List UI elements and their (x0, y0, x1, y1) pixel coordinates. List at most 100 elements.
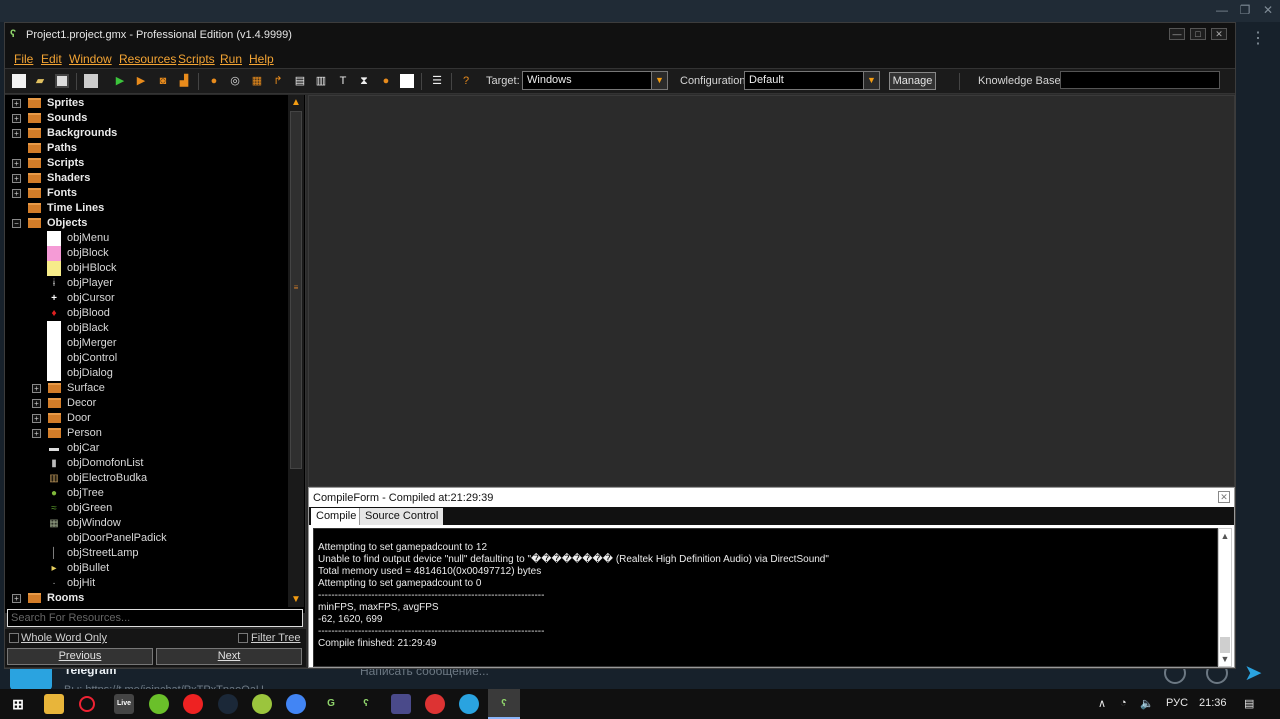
gamemaker-icon[interactable]: ʕ (356, 694, 376, 714)
manage-button[interactable]: Manage (889, 72, 936, 90)
scroll-down-icon[interactable]: ▼ (288, 594, 304, 605)
tree-folder-timelines[interactable]: Time Lines (5, 201, 287, 216)
steam-icon[interactable] (218, 694, 238, 714)
configuration-select[interactable]: Default ▼ (744, 71, 880, 90)
create-shader-icon[interactable]: ▥ (314, 74, 328, 88)
tree-folder-sounds[interactable]: + Sounds (5, 111, 287, 126)
expand-icon[interactable]: + (12, 129, 21, 138)
previous-button[interactable]: Previous (7, 648, 153, 665)
menu-scripts[interactable]: Scripts (178, 52, 215, 66)
tree-item-objhblock[interactable]: objHBlock (5, 261, 287, 276)
tree-item-objblack[interactable]: objBlack (5, 321, 287, 336)
telegram-maximize-button[interactable]: ❐ (1233, 3, 1257, 17)
whole-word-checkbox[interactable] (9, 633, 19, 643)
debug-game-icon[interactable]: ▶ (134, 74, 148, 88)
tree-item-objcursor[interactable]: + objCursor (5, 291, 287, 306)
create-timeline-icon[interactable]: ⧗ (357, 74, 371, 88)
create-font-icon[interactable]: T (336, 74, 350, 88)
app-icon[interactable] (252, 694, 272, 714)
expand-icon[interactable]: + (32, 384, 41, 393)
scroll-down-icon[interactable]: ▼ (1219, 654, 1231, 664)
create-sound-icon[interactable]: ◎ (228, 74, 242, 88)
tree-item-objstreetlamp[interactable]: │ objStreetLamp (5, 546, 287, 561)
tree-folder-person[interactable]: + Person (5, 426, 287, 441)
new-project-icon[interactable] (12, 74, 26, 88)
create-background-icon[interactable]: ▦ (250, 74, 264, 88)
volume-icon[interactable]: 🔈 (1140, 697, 1154, 710)
knowledge-base-input[interactable] (1060, 71, 1220, 89)
create-room-icon[interactable] (400, 74, 414, 88)
tree-folder-decor[interactable]: + Decor (5, 396, 287, 411)
telegram-close-button[interactable]: ✕ (1256, 3, 1280, 17)
notifications-icon[interactable]: ▤ (1244, 697, 1254, 710)
opera-icon[interactable] (79, 696, 95, 712)
target-select[interactable]: Windows ▼ (522, 71, 668, 90)
app-icon[interactable]: G (321, 694, 341, 714)
windows-start-icon[interactable]: ⊞ (8, 694, 28, 714)
expand-icon[interactable]: + (32, 399, 41, 408)
tree-folder-door[interactable]: + Door (5, 411, 287, 426)
create-object-icon[interactable]: ● (379, 74, 393, 88)
tree-item-objblood[interactable]: ♦ objBlood (5, 306, 287, 321)
app-icon[interactable] (391, 694, 411, 714)
tree-item-objcontrol[interactable]: objControl (5, 351, 287, 366)
scroll-up-icon[interactable]: ▲ (288, 97, 304, 108)
yandex-browser-icon[interactable] (183, 694, 203, 714)
tree-item-objdoorpanelpadick[interactable]: objDoorPanelPadick (5, 531, 287, 546)
gm-maximize-button[interactable]: □ (1190, 28, 1206, 40)
language-indicator[interactable]: РУС (1166, 697, 1188, 709)
clock[interactable]: 21:36 (1199, 697, 1227, 709)
app-icon[interactable] (425, 694, 445, 714)
expand-icon[interactable]: + (12, 594, 21, 603)
help-icon[interactable]: ? (459, 74, 473, 88)
search-resources-input[interactable]: Search For Resources... (7, 609, 303, 627)
tree-item-objhit[interactable]: · objHit (5, 576, 287, 591)
create-executable-icon[interactable] (84, 74, 98, 88)
next-button[interactable]: Next (156, 648, 302, 665)
create-script-icon[interactable]: ▤ (293, 74, 307, 88)
tree-item-objgreen[interactable]: ≈ objGreen (5, 501, 287, 516)
scroll-thumb[interactable] (1220, 637, 1230, 653)
tab-source-control[interactable]: Source Control (359, 508, 444, 525)
tab-compile[interactable]: Compile (311, 508, 362, 525)
save-project-icon[interactable] (55, 74, 69, 88)
tray-chevron-icon[interactable]: ∧ (1098, 697, 1106, 710)
menu-edit[interactable]: Edit (41, 52, 62, 66)
tree-item-objcar[interactable]: ▬ objCar (5, 441, 287, 456)
tree-item-objelectrobudka[interactable]: ▥ objElectroBudka (5, 471, 287, 486)
tree-folder-rooms[interactable]: + Rooms (5, 591, 287, 606)
stop-icon[interactable]: ◙ (156, 74, 170, 88)
expand-icon[interactable]: + (12, 114, 21, 123)
utorrent-icon[interactable] (149, 694, 169, 714)
tree-item-objwindow[interactable]: ▦ objWindow (5, 516, 287, 531)
kebab-menu-icon[interactable]: ⋮ (1250, 31, 1266, 47)
tree-folder-backgrounds[interactable]: + Backgrounds (5, 126, 287, 141)
filter-tree-checkbox[interactable] (238, 633, 248, 643)
expand-icon[interactable]: + (12, 99, 21, 108)
open-project-icon[interactable]: ▰ (33, 74, 47, 88)
active-task-gamemaker[interactable]: ʕ (488, 689, 520, 719)
menu-run[interactable]: Run (220, 52, 242, 66)
chevron-down-icon[interactable]: ▼ (863, 72, 879, 89)
tree-folder-paths[interactable]: Paths (5, 141, 287, 156)
tree-scrollbar[interactable]: ▲ ≡ ▼ (288, 95, 304, 607)
tree-item-objdialog[interactable]: objDialog (5, 366, 287, 381)
telegram-minimize-button[interactable]: — (1210, 3, 1234, 17)
chrome-icon[interactable] (286, 694, 306, 714)
telegram-icon[interactable] (459, 694, 479, 714)
file-explorer-icon[interactable] (44, 694, 64, 714)
collapse-icon[interactable]: − (12, 219, 21, 228)
create-path-icon[interactable]: ↱ (271, 74, 285, 88)
menu-file[interactable]: File (14, 52, 33, 66)
global-settings-icon[interactable]: ☰ (430, 74, 444, 88)
scroll-up-icon[interactable]: ▲ (1219, 531, 1231, 541)
chevron-down-icon[interactable]: ▼ (651, 72, 667, 89)
tree-folder-objects[interactable]: − Objects (5, 216, 287, 231)
expand-icon[interactable]: + (12, 174, 21, 183)
menu-help[interactable]: Help (249, 52, 274, 66)
expand-icon[interactable]: + (32, 414, 41, 423)
tree-item-objmerger[interactable]: objMerger (5, 336, 287, 351)
run-game-icon[interactable]: ▶ (113, 74, 127, 88)
send-icon[interactable]: ➤ (1244, 660, 1262, 686)
tree-folder-fonts[interactable]: + Fonts (5, 186, 287, 201)
